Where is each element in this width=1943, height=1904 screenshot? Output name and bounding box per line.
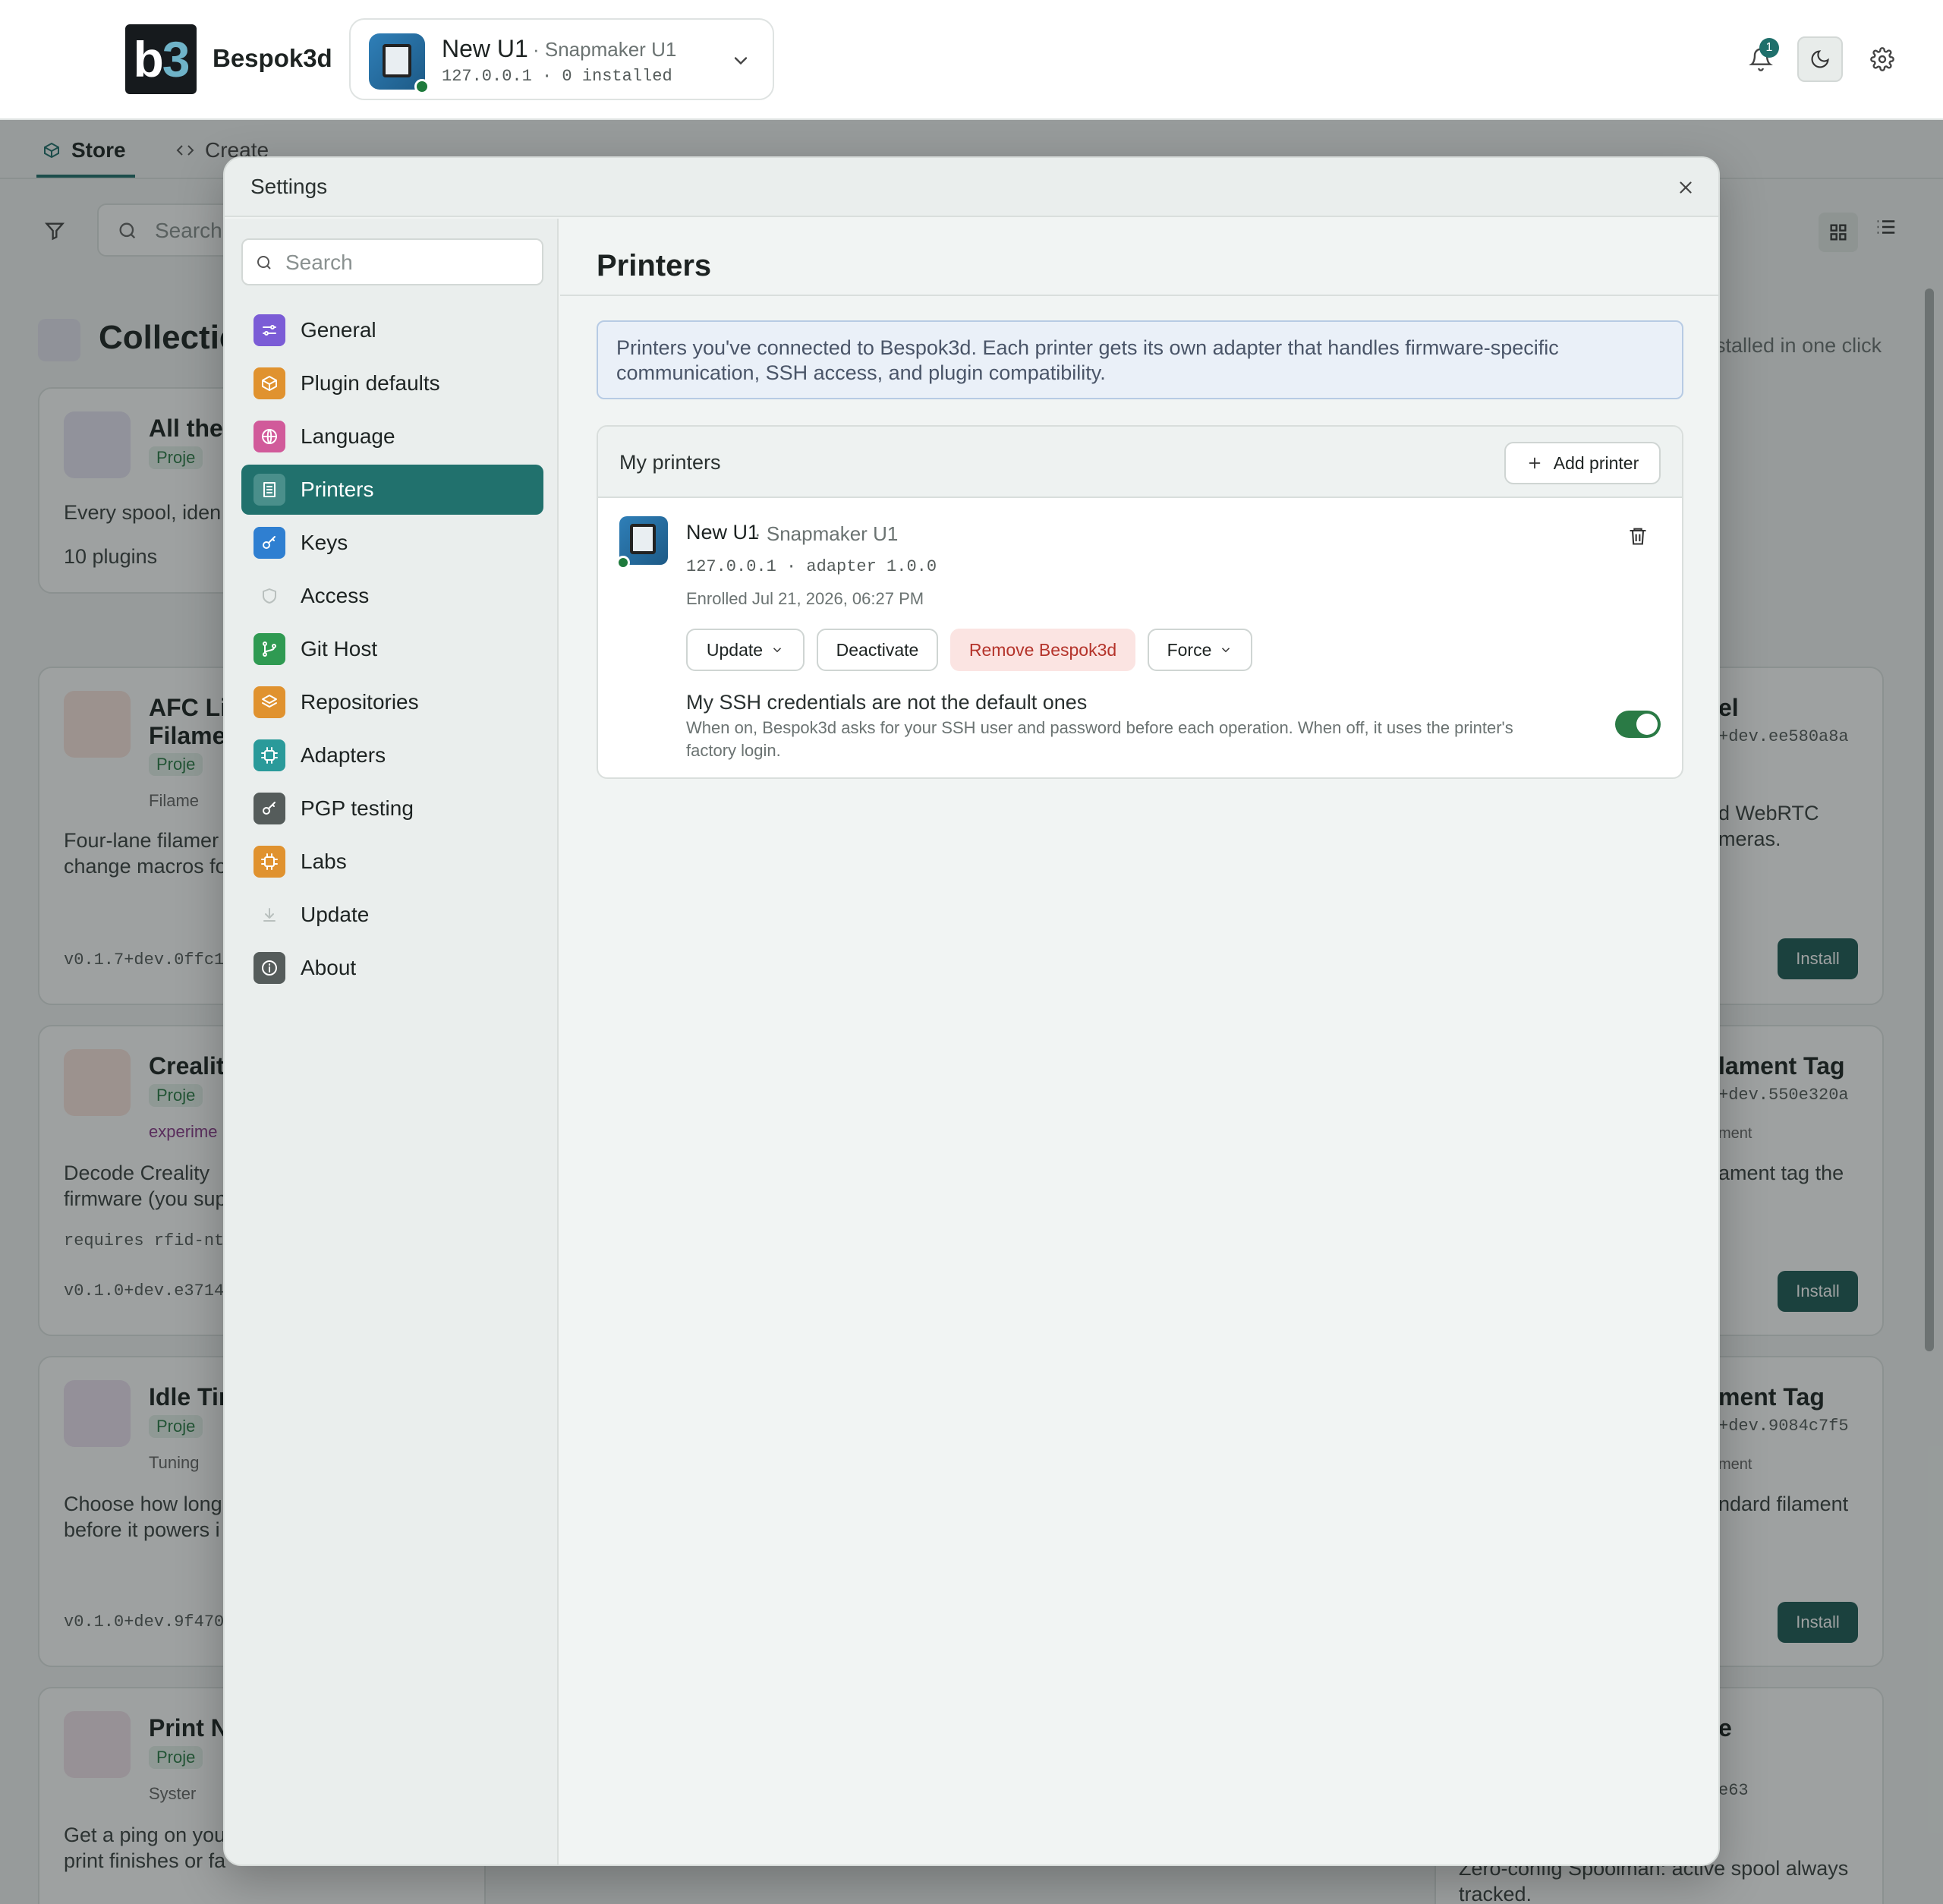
printer-enrolled-date: Enrolled Jul 21, 2026, 06:27 PM	[686, 589, 924, 608]
sidebar-item-label: Update	[301, 903, 370, 926]
printer-icon	[254, 474, 285, 506]
sidebar-item-update[interactable]: Update	[241, 890, 543, 940]
remove-bespok3d-button[interactable]: Remove Bespok3d	[950, 629, 1135, 671]
top-bar: b3 Bespok3d New U1 · Snapmaker U1 127.0.…	[0, 0, 1943, 120]
printer-avatar	[616, 516, 668, 569]
panel-header: My printers Add printer	[598, 427, 1682, 498]
sidebar-item-label: About	[301, 956, 357, 979]
panel-title: My printers	[619, 451, 721, 474]
update-dropdown-button[interactable]: Update	[686, 629, 805, 671]
chevron-down-icon	[730, 50, 751, 71]
trash-icon	[1630, 528, 1646, 545]
brand-name: Bespok3d	[213, 44, 332, 72]
sidebar-item-label: General	[301, 318, 376, 342]
moon-icon	[1811, 50, 1829, 68]
layers-icon	[254, 686, 285, 718]
add-printer-label: Add printer	[1553, 452, 1639, 473]
sidebar-item-label: Adapters	[301, 743, 386, 767]
dialog-header: Settings	[225, 158, 1718, 217]
sidebar-item-printers[interactable]: Printers	[241, 465, 543, 515]
printer-switcher-name: New U1	[442, 35, 528, 62]
settings-button[interactable]	[1860, 36, 1905, 82]
sidebar-item-labs[interactable]: Labs	[241, 837, 543, 887]
sidebar-item-repositories[interactable]: Repositories	[241, 677, 543, 727]
package-icon	[254, 367, 285, 399]
online-status-dot	[616, 556, 630, 569]
close-icon	[1680, 181, 1692, 194]
globe-icon	[254, 421, 285, 452]
sidebar-item-keys[interactable]: Keys	[241, 518, 543, 568]
download-icon	[254, 899, 285, 931]
delete-printer-button[interactable]	[1627, 525, 1649, 547]
add-printer-button[interactable]: Add printer	[1504, 442, 1661, 484]
sidebar-item-label: PGP testing	[301, 796, 414, 820]
page-title: Printers	[597, 249, 712, 282]
printer-meta: 127.0.0.1 · adapter 1.0.0	[686, 557, 937, 576]
app-logo[interactable]: b3	[125, 24, 197, 94]
sidebar-item-about[interactable]: About	[241, 943, 543, 993]
sidebar-item-label: Git Host	[301, 637, 378, 660]
chevron-down-icon	[773, 648, 782, 653]
sidebar-item-label: Language	[301, 424, 395, 448]
git-branch-icon	[254, 633, 285, 665]
notifications-button[interactable]: 1	[1738, 36, 1784, 82]
deactivate-label: Deactivate	[836, 639, 919, 660]
sliders-icon	[254, 314, 285, 346]
printer-name: New U1	[686, 521, 760, 544]
sidebar-item-label: Repositories	[301, 690, 419, 714]
sidebar-item-label: Printers	[301, 478, 374, 501]
key-icon	[254, 793, 285, 824]
chevron-down-icon	[1222, 648, 1230, 653]
remove-label: Remove Bespok3d	[968, 639, 1117, 660]
ssh-credentials-description: When on, Bespok3d asks for your SSH user…	[686, 718, 1513, 760]
key-icon	[254, 527, 285, 559]
plus-icon	[1529, 457, 1541, 469]
sidebar-item-pgp-testing[interactable]: PGP testing	[241, 783, 543, 834]
close-button[interactable]	[1676, 178, 1696, 197]
shield-icon	[254, 580, 285, 612]
my-printers-panel: My printers Add printer New U1 · Snapmak…	[597, 425, 1683, 779]
force-label: Force	[1167, 639, 1212, 660]
sidebar-item-language[interactable]: Language	[241, 411, 543, 462]
sidebar-item-label: Keys	[301, 531, 348, 554]
dialog-title: Settings	[250, 175, 328, 198]
info-text: Printers you've connected to Bespok3d. E…	[616, 336, 1559, 384]
settings-search-input[interactable]: Search	[241, 238, 543, 285]
divider	[560, 295, 1718, 296]
settings-search-placeholder: Search	[285, 251, 353, 274]
sidebar-item-access[interactable]: Access	[241, 571, 543, 621]
ssh-credentials-toggle[interactable]	[1615, 711, 1661, 738]
printer-switcher-meta: 127.0.0.1 · 0 installed	[442, 67, 672, 86]
settings-sidebar: Search General Plugin defaults Language Pri…	[225, 219, 559, 1865]
deactivate-button[interactable]: Deactivate	[817, 629, 938, 671]
notification-badge: 1	[1759, 38, 1779, 58]
sidebar-item-plugin-defaults[interactable]: Plugin defaults	[241, 358, 543, 408]
theme-toggle-button[interactable]	[1797, 36, 1843, 82]
printer-switcher-model: · Snapmaker U1	[533, 38, 677, 61]
sidebar-item-adapters[interactable]: Adapters	[241, 730, 543, 780]
sidebar-item-git-host[interactable]: Git Host	[241, 624, 543, 674]
sidebar-item-label: Labs	[301, 850, 347, 873]
printer-model: · Snapmaker U1	[754, 522, 899, 545]
update-label: Update	[706, 639, 764, 660]
sidebar-item-label: Access	[301, 584, 370, 607]
search-icon	[257, 256, 271, 270]
settings-content: Printers Printers you've connected to Be…	[560, 219, 1718, 1865]
ssh-credentials-title: My SSH credentials are not the default o…	[686, 691, 1088, 714]
settings-dialog: Settings Search General Plugin defaults La…	[223, 156, 1720, 1866]
printer-avatar	[369, 33, 430, 94]
info-callout: Printers you've connected to Bespok3d. E…	[597, 320, 1683, 399]
gear-icon	[1870, 47, 1894, 71]
cpu-icon	[254, 846, 285, 878]
cpu-icon	[254, 739, 285, 771]
force-dropdown-button[interactable]: Force	[1148, 629, 1252, 671]
sidebar-item-label: Plugin defaults	[301, 371, 440, 395]
sidebar-item-general[interactable]: General	[241, 305, 543, 355]
info-icon	[254, 952, 285, 984]
printer-switcher[interactable]: New U1 · Snapmaker U1 127.0.0.1 · 0 inst…	[349, 18, 774, 100]
online-status-dot	[414, 79, 430, 94]
